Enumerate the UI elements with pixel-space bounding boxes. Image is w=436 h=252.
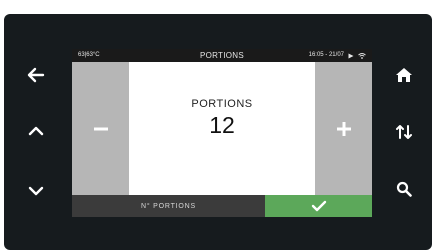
portions-label: PORTIONS: [191, 98, 253, 110]
minus-icon: [93, 127, 108, 130]
portions-value: 12: [209, 112, 235, 138]
search-button[interactable]: [390, 175, 418, 203]
arrow-left-icon: [27, 67, 45, 83]
chevron-up-icon: [28, 126, 44, 136]
status-right-group: 16:05 - 21/07: [309, 49, 366, 62]
increase-button[interactable]: [315, 62, 372, 195]
checkmark-icon: [311, 200, 326, 212]
sort-arrows-icon: [396, 125, 412, 139]
search-icon: [396, 181, 412, 197]
datetime-readout: 16:05 - 21/07: [308, 52, 344, 58]
plus-icon: [336, 121, 351, 136]
decrease-button[interactable]: [72, 62, 129, 195]
display-screen: 63|63°C PORTIONS 16:05 - 21/07 PORTIONS …: [72, 49, 372, 217]
back-button[interactable]: [22, 61, 50, 89]
portions-value-panel: PORTIONS 12: [129, 62, 315, 195]
home-button[interactable]: [390, 61, 418, 89]
confirm-button[interactable]: [265, 195, 372, 217]
field-name-label: N° PORTIONS: [72, 195, 265, 217]
wifi-icon: [358, 52, 366, 59]
sort-button[interactable]: [390, 118, 418, 146]
home-icon: [396, 68, 412, 82]
down-button[interactable]: [22, 177, 50, 205]
play-icon: [348, 53, 354, 58]
status-bar: 63|63°C PORTIONS 16:05 - 21/07: [72, 49, 372, 62]
up-button[interactable]: [22, 117, 50, 145]
chevron-down-icon: [28, 186, 44, 196]
